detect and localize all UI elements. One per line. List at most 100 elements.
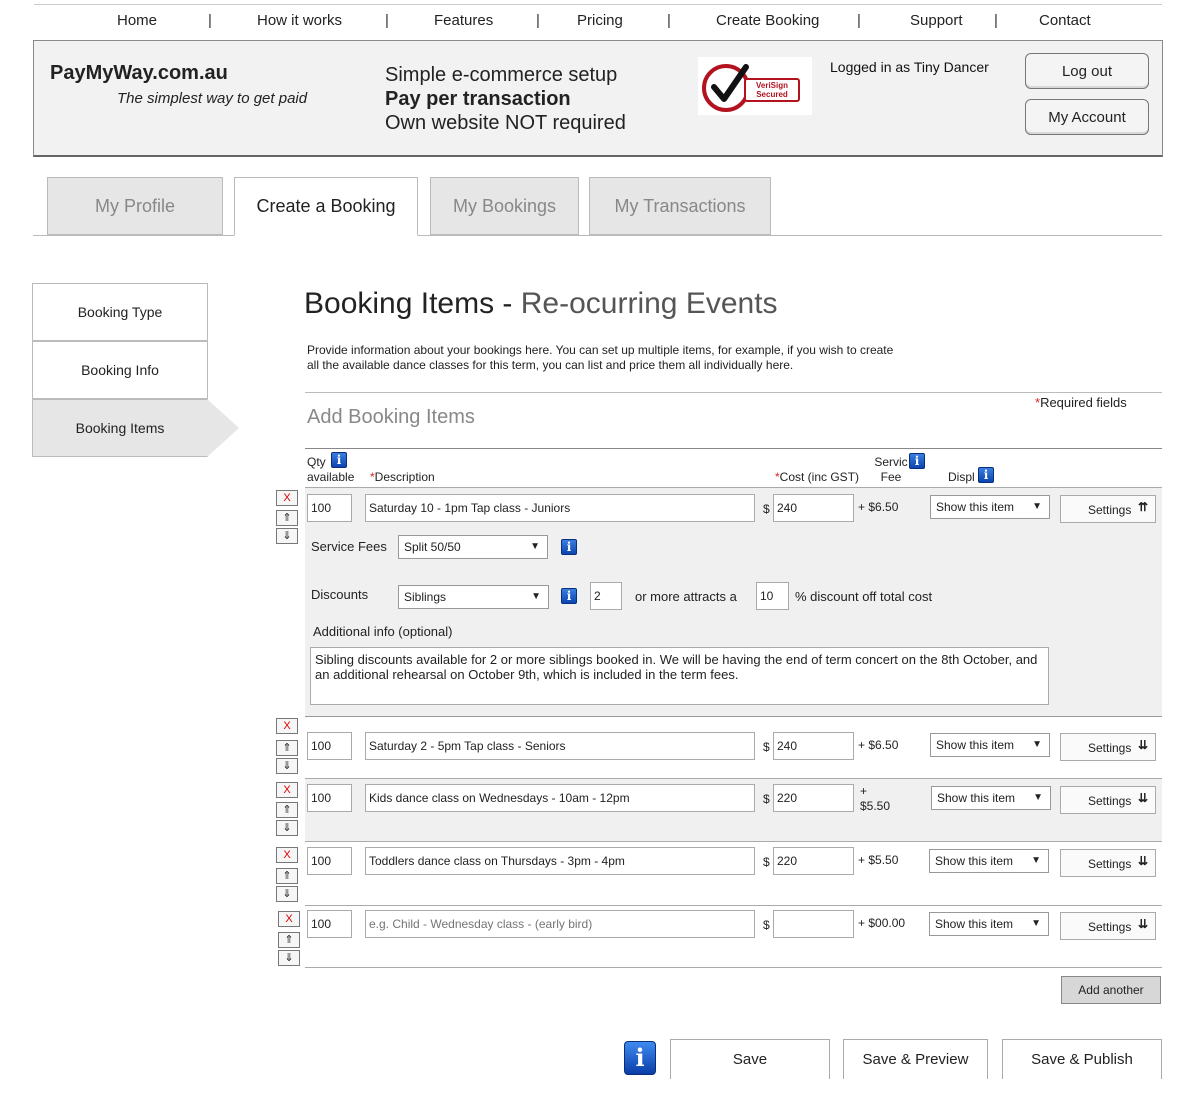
discount-min-input[interactable] bbox=[590, 582, 622, 610]
logout-button[interactable]: Log out bbox=[1025, 53, 1149, 89]
help-info-icon[interactable]: i bbox=[624, 1041, 656, 1075]
save-preview-button[interactable]: Save & Preview bbox=[843, 1039, 988, 1079]
delete-row-button[interactable]: X bbox=[276, 490, 298, 506]
description-input[interactable] bbox=[365, 732, 755, 760]
pitch-text: Simple e-commerce setup Pay per transact… bbox=[385, 63, 626, 135]
col-qty-line-2: available bbox=[307, 470, 355, 484]
move-down-button[interactable]: ⇓ bbox=[278, 950, 300, 966]
nav-how-it-works[interactable]: How it works bbox=[257, 12, 342, 29]
pitch-line-3: Own website NOT required bbox=[385, 112, 626, 134]
step-booking-items[interactable]: Booking Items bbox=[32, 399, 208, 457]
discount-tail-text: % discount off total cost bbox=[795, 589, 933, 604]
move-up-button[interactable]: ⇑ bbox=[276, 802, 298, 818]
currency-symbol: $ bbox=[763, 792, 770, 806]
cost-input[interactable] bbox=[773, 784, 854, 812]
settings-expand-button[interactable]: Settings ⇊ bbox=[1060, 733, 1156, 761]
nav-home[interactable]: Home bbox=[117, 12, 157, 29]
cost-input[interactable] bbox=[773, 494, 854, 522]
display-select-value: Show this item bbox=[937, 791, 1016, 805]
delete-row-button[interactable]: X bbox=[276, 782, 298, 798]
qty-info-icon[interactable]: i bbox=[331, 452, 347, 468]
nav-features[interactable]: Features bbox=[434, 12, 493, 29]
col-service-line-2: Fee bbox=[880, 470, 902, 484]
tab-my-transactions[interactable]: My Transactions bbox=[589, 177, 771, 235]
move-up-button[interactable]: ⇑ bbox=[276, 868, 298, 884]
chevron-up-icon: ⇈ bbox=[1137, 500, 1148, 514]
tab-my-profile[interactable]: My Profile bbox=[47, 177, 223, 235]
cost-input[interactable] bbox=[773, 847, 854, 875]
step-booking-info[interactable]: Booking Info bbox=[32, 341, 208, 399]
add-another-button[interactable]: Add another bbox=[1061, 976, 1161, 1004]
qty-input[interactable] bbox=[307, 494, 352, 522]
step-booking-type[interactable]: Booking Type bbox=[32, 283, 208, 341]
logged-in-status: Logged in as Tiny Dancer bbox=[830, 59, 989, 75]
qty-input[interactable] bbox=[307, 732, 352, 760]
settings-label: Settings bbox=[1088, 741, 1132, 755]
save-publish-button[interactable]: Save & Publish bbox=[1002, 1039, 1162, 1079]
chevron-down-icon: ⇊ bbox=[1137, 738, 1148, 752]
description-input[interactable] bbox=[365, 494, 755, 522]
seal-text-2: Secured bbox=[756, 90, 788, 99]
settings-label: Settings bbox=[1088, 920, 1132, 934]
move-up-button[interactable]: ⇑ bbox=[278, 932, 300, 948]
move-down-button[interactable]: ⇓ bbox=[276, 886, 298, 902]
cost-input[interactable] bbox=[773, 910, 854, 938]
move-down-button[interactable]: ⇓ bbox=[276, 528, 298, 544]
settings-collapse-button[interactable]: Settings ⇈ bbox=[1060, 495, 1156, 523]
display-select-value: Show this item bbox=[936, 738, 1015, 752]
service-fee-value: + $5.50 bbox=[860, 784, 890, 814]
tab-create-booking[interactable]: Create a Booking bbox=[234, 177, 418, 236]
tab-my-bookings[interactable]: My Bookings bbox=[430, 177, 579, 235]
dropdown-arrow-icon: ▼ bbox=[1031, 855, 1041, 866]
my-account-button[interactable]: My Account bbox=[1025, 99, 1149, 135]
qty-input[interactable] bbox=[307, 847, 352, 875]
delete-row-button[interactable]: X bbox=[276, 847, 298, 863]
currency-symbol: $ bbox=[763, 740, 770, 754]
display-select[interactable]: Show this item ▼ bbox=[929, 912, 1049, 936]
display-select[interactable]: Show this item ▼ bbox=[930, 495, 1050, 519]
nav-contact[interactable]: Contact bbox=[1039, 12, 1091, 29]
save-button[interactable]: Save bbox=[670, 1039, 830, 1079]
move-up-button[interactable]: ⇑ bbox=[276, 740, 298, 756]
discounts-info-icon[interactable]: i bbox=[561, 588, 577, 604]
qty-input[interactable] bbox=[307, 910, 352, 938]
required-text: Required fields bbox=[1040, 395, 1127, 410]
settings-expand-button[interactable]: Settings ⇊ bbox=[1060, 786, 1156, 814]
nav-support[interactable]: Support bbox=[910, 12, 963, 29]
nav-create-booking[interactable]: Create Booking bbox=[716, 12, 819, 29]
section-heading: Add Booking Items bbox=[307, 406, 475, 428]
additional-info-textarea[interactable]: Sibling discounts available for 2 or mor… bbox=[310, 647, 1049, 705]
delete-row-button[interactable]: X bbox=[276, 718, 298, 734]
settings-expand-button[interactable]: Settings ⇊ bbox=[1060, 849, 1156, 877]
move-down-button[interactable]: ⇓ bbox=[276, 820, 298, 836]
verisign-seal-icon: VeriSign Secured bbox=[698, 57, 812, 115]
nav-separator: | bbox=[536, 12, 540, 29]
qty-input[interactable] bbox=[307, 784, 352, 812]
display-info-icon[interactable]: i bbox=[978, 467, 994, 483]
move-up-button[interactable]: ⇑ bbox=[276, 510, 298, 526]
nav-separator: | bbox=[857, 12, 861, 29]
col-description-text: Description bbox=[374, 470, 435, 484]
settings-expand-button[interactable]: Settings ⇊ bbox=[1060, 912, 1156, 940]
service-fee-info-icon[interactable]: i bbox=[909, 453, 925, 469]
display-select[interactable]: Show this item ▼ bbox=[930, 733, 1050, 757]
description-input[interactable] bbox=[365, 784, 755, 812]
delete-row-button[interactable]: X bbox=[278, 911, 300, 927]
discount-type-select[interactable]: Siblings ▼ bbox=[398, 585, 549, 609]
service-fees-info-icon[interactable]: i bbox=[561, 539, 577, 555]
service-fees-select[interactable]: Split 50/50 ▼ bbox=[398, 535, 548, 559]
display-select[interactable]: Show this item ▼ bbox=[931, 786, 1051, 810]
description-input[interactable] bbox=[365, 847, 755, 875]
discount-percent-input[interactable] bbox=[756, 582, 789, 610]
display-select[interactable]: Show this item ▼ bbox=[929, 849, 1049, 873]
site-name[interactable]: PayMyWay.com.au bbox=[50, 62, 228, 85]
col-qty-line-1: Qty bbox=[307, 455, 326, 469]
nav-pricing[interactable]: Pricing bbox=[577, 12, 623, 29]
description-input[interactable] bbox=[365, 910, 755, 938]
move-down-button[interactable]: ⇓ bbox=[276, 758, 298, 774]
intro-text: Provide information about your bookings … bbox=[307, 343, 894, 372]
cost-input[interactable] bbox=[773, 732, 854, 760]
col-cost: *Cost (inc GST) bbox=[775, 470, 859, 485]
service-fee-value: + $00.00 bbox=[858, 916, 906, 930]
service-fee-value: + $6.50 bbox=[858, 738, 899, 752]
